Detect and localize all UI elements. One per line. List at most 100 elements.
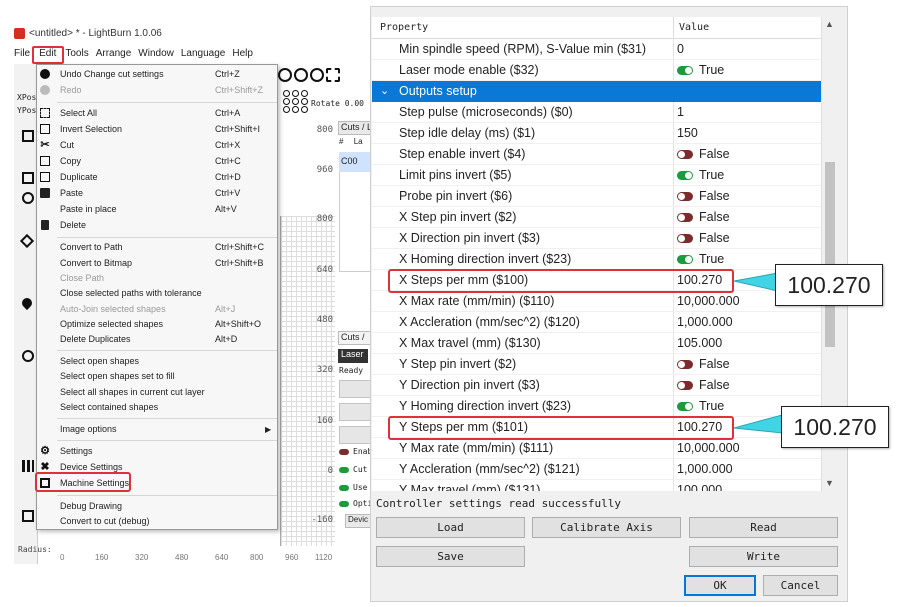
- toggle-on-icon[interactable]: [677, 402, 693, 411]
- ypos-label: YPos: [17, 106, 37, 115]
- toggle-switch[interactable]: [339, 501, 349, 507]
- toggle-on-icon[interactable]: [677, 171, 693, 180]
- menu-window[interactable]: Window: [138, 48, 174, 59]
- menu-item-convert-to-cut-debug[interactable]: Convert to cut (debug): [37, 514, 277, 529]
- zoom-selection-icon[interactable]: [326, 68, 340, 82]
- menu-item-select-contained[interactable]: Select contained shapes: [37, 400, 277, 415]
- menu-item-debug-drawing[interactable]: Debug Drawing: [37, 499, 277, 514]
- select-tool-icon[interactable]: [22, 130, 34, 142]
- menu-item-delete-duplicates[interactable]: Delete Duplicates Alt+D: [37, 332, 277, 347]
- menu-item-select-open-shapes[interactable]: Select open shapes: [37, 354, 277, 369]
- write-button[interactable]: Write: [689, 546, 838, 567]
- setting-value[interactable]: 100.000: [677, 483, 722, 491]
- menu-item-undo[interactable]: Undo Change cut settings Ctrl+Z: [37, 67, 277, 82]
- toggle-on-icon[interactable]: [677, 255, 693, 264]
- menu-item-convert-to-path[interactable]: Convert to Path Ctrl+Shift+C: [37, 240, 277, 255]
- column-property: Property: [380, 22, 429, 33]
- menu-item-redo[interactable]: Redo Ctrl+Shift+Z: [37, 83, 277, 98]
- toggle-off-icon[interactable]: [677, 234, 693, 243]
- menu-item-select-open-fill[interactable]: Select open shapes set to fill: [37, 369, 277, 384]
- zoom-out-icon[interactable]: [310, 68, 324, 82]
- cancel-button[interactable]: Cancel: [763, 575, 838, 596]
- menu-item-duplicate[interactable]: Duplicate Ctrl+D: [37, 170, 277, 185]
- scrollbar-thumb[interactable]: [825, 162, 835, 347]
- edit-menu-highlight: [32, 46, 64, 64]
- menu-item-shortcut: Ctrl+Shift+B: [215, 258, 264, 268]
- toggle-off-icon[interactable]: [677, 150, 693, 159]
- toggle-off-icon[interactable]: [677, 360, 693, 369]
- menu-item-optimize-shapes[interactable]: Optimize selected shapes Alt+Shift+O: [37, 317, 277, 332]
- setting-row[interactable]: Limit pins invert ($5) True: [372, 165, 821, 186]
- grid-array-icon[interactable]: [22, 460, 34, 472]
- menu-file[interactable]: File: [14, 48, 30, 59]
- invert-selection-icon: [40, 124, 50, 134]
- menu-item-image-options[interactable]: Image options ▶: [37, 422, 277, 437]
- menu-tools[interactable]: Tools: [65, 48, 88, 59]
- ruler-tick: 960: [316, 165, 333, 175]
- calibrate-axis-button[interactable]: Calibrate Axis: [532, 517, 681, 538]
- setting-row[interactable]: Laser mode enable ($32) True: [372, 60, 821, 81]
- setting-row[interactable]: Y Accleration (mm/sec^2) ($121) 1,000.00…: [372, 459, 821, 480]
- menu-help[interactable]: Help: [232, 48, 253, 59]
- ellipse-tool-icon[interactable]: [22, 192, 34, 204]
- toggle-off-icon[interactable]: [677, 381, 693, 390]
- scroll-down-icon[interactable]: ▼: [825, 478, 834, 488]
- menu-item-paste[interactable]: Paste Ctrl+V: [37, 186, 277, 201]
- setting-value[interactable]: 1,000.000: [677, 462, 733, 476]
- toggle-off-icon[interactable]: [677, 192, 693, 201]
- offset-tool-icon[interactable]: [22, 350, 34, 362]
- menu-item-shortcut: Ctrl+D: [215, 172, 241, 182]
- menu-item-settings[interactable]: ⚙ Settings: [37, 444, 277, 459]
- tab-laser[interactable]: Laser: [338, 349, 368, 363]
- setting-row[interactable]: Min spindle speed (RPM), S-Value min ($3…: [372, 39, 821, 60]
- setting-value[interactable]: 1: [677, 105, 684, 119]
- menu-item-copy[interactable]: Copy Ctrl+C: [37, 154, 277, 169]
- cuts-col-number: #: [339, 137, 344, 146]
- setting-row[interactable]: X Step pin invert ($2) False: [372, 207, 821, 228]
- save-button[interactable]: Save: [376, 546, 525, 567]
- frame-tool-icon[interactable]: [22, 510, 34, 522]
- menu-item-paste-in-place[interactable]: Paste in place Alt+V: [37, 202, 277, 217]
- menu-item-select-all[interactable]: Select All Ctrl+A: [37, 106, 277, 121]
- scroll-up-icon[interactable]: ▲: [825, 19, 834, 29]
- menu-item-label: Select contained shapes: [60, 402, 159, 412]
- menu-item-select-in-layer[interactable]: Select all shapes in current cut layer: [37, 385, 277, 400]
- zoom-in-icon[interactable]: [294, 68, 308, 82]
- setting-value[interactable]: 0: [677, 42, 684, 56]
- menu-item-close-path[interactable]: Close Path: [37, 271, 277, 286]
- setting-value[interactable]: 150: [677, 126, 698, 140]
- setting-row[interactable]: Step enable invert ($4) False: [372, 144, 821, 165]
- menu-item-label: Settings: [60, 446, 93, 456]
- toggle-off-icon[interactable]: [677, 213, 693, 222]
- menu-item-delete[interactable]: Delete: [37, 218, 277, 233]
- menu-item-shortcut: Alt+J: [215, 304, 236, 314]
- rotation-anchor-grid[interactable]: [283, 90, 309, 114]
- setting-row[interactable]: X Direction pin invert ($3) False: [372, 228, 821, 249]
- zoom-fit-icon[interactable]: [278, 68, 292, 82]
- toggle-switch[interactable]: [339, 467, 349, 473]
- rectangle-tool-icon[interactable]: [22, 172, 34, 184]
- toggle-on-icon[interactable]: [677, 66, 693, 75]
- setting-name: Step idle delay (ms) ($1): [399, 126, 536, 140]
- setting-row[interactable]: Y Max travel (mm) ($131) 100.000: [372, 480, 821, 491]
- toggle-switch[interactable]: [339, 485, 349, 491]
- ruler-tick: 800: [316, 214, 333, 224]
- laser-status: Ready: [339, 366, 364, 375]
- menu-item-invert-selection[interactable]: Invert Selection Ctrl+Shift+I: [37, 122, 277, 137]
- load-button[interactable]: Load: [376, 517, 525, 538]
- menu-item-auto-join[interactable]: Auto-Join selected shapes Alt+J: [37, 302, 277, 317]
- menu-item-close-paths-tolerance[interactable]: Close selected paths with tolerance: [37, 286, 277, 301]
- read-button[interactable]: Read: [689, 517, 838, 538]
- setting-value[interactable]: 105.000: [677, 336, 722, 350]
- setting-row[interactable]: Step pulse (microseconds) ($0) 1: [372, 102, 821, 123]
- menu-arrange[interactable]: Arrange: [96, 48, 132, 59]
- menu-language[interactable]: Language: [181, 48, 226, 59]
- ok-button[interactable]: OK: [684, 575, 756, 596]
- setting-group-header[interactable]: ⌄ Outputs setup: [372, 81, 821, 102]
- menu-item-cut[interactable]: ✂ Cut Ctrl+X: [37, 138, 277, 153]
- chevron-down-icon[interactable]: ⌄: [380, 84, 389, 97]
- menu-item-convert-to-bitmap[interactable]: Convert to Bitmap Ctrl+Shift+B: [37, 256, 277, 271]
- toggle-switch[interactable]: [339, 449, 349, 455]
- setting-row[interactable]: Probe pin invert ($6) False: [372, 186, 821, 207]
- setting-row[interactable]: Step idle delay (ms) ($1) 150: [372, 123, 821, 144]
